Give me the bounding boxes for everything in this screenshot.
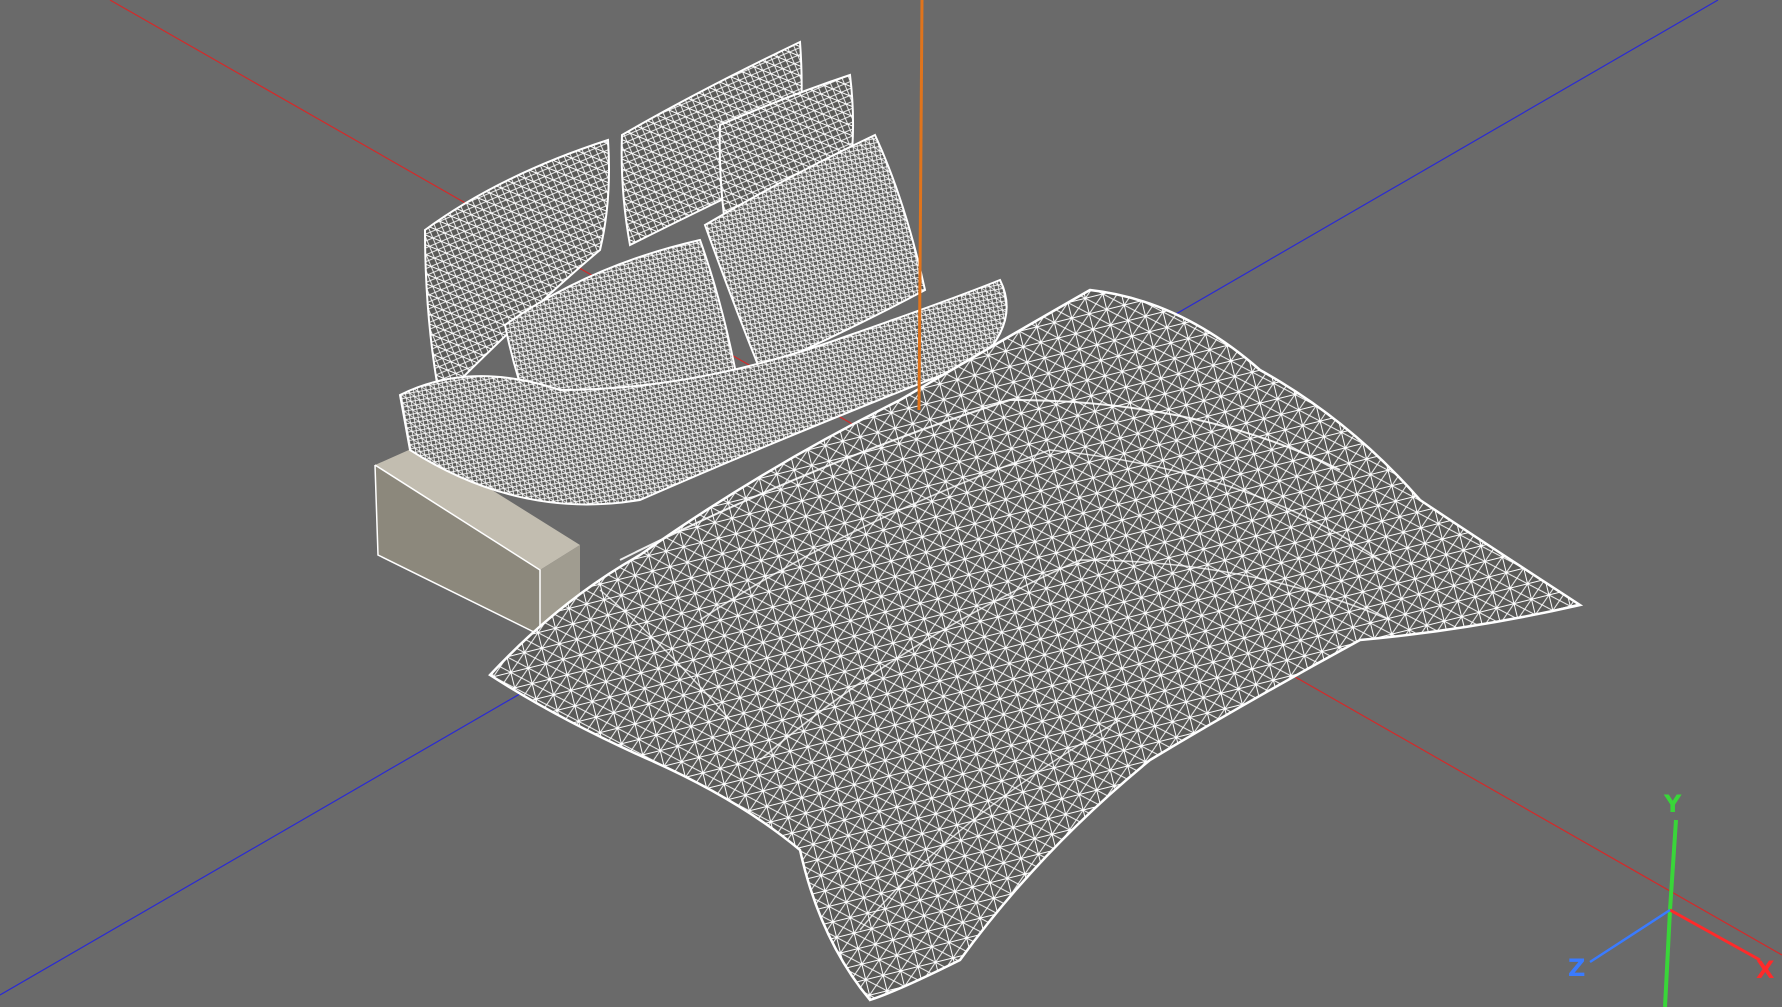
viewport-canvas[interactable]: Y X Z — [0, 0, 1782, 1007]
3d-viewport[interactable]: Y X Z — [0, 0, 1782, 1007]
axis-gizmo[interactable]: Y X Z — [1568, 790, 1775, 1007]
gizmo-x-label: X — [1756, 956, 1775, 984]
gizmo-y-axis-down — [1663, 909, 1672, 1007]
gizmo-z-axis[interactable] — [1589, 908, 1671, 964]
gizmo-y-label: Y — [1663, 790, 1682, 818]
gizmo-z-label: Z — [1568, 954, 1585, 982]
gizmo-y-axis[interactable] — [1668, 819, 1678, 911]
